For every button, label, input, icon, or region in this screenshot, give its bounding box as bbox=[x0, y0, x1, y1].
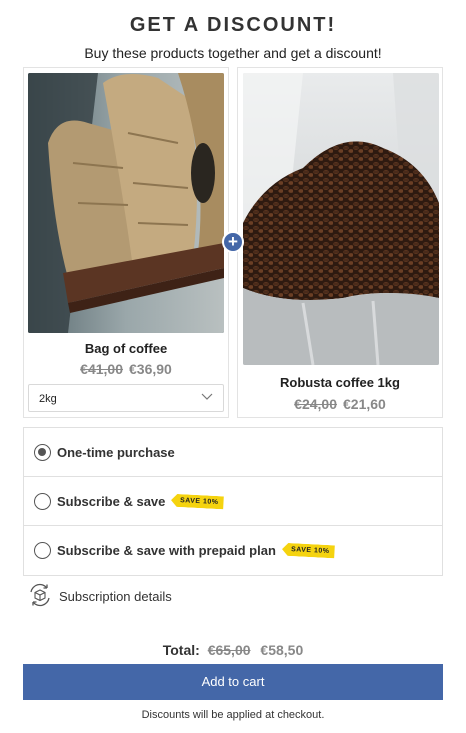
new-price: €36,90 bbox=[129, 361, 172, 377]
option-label: Subscribe & save with prepaid plan bbox=[57, 543, 276, 558]
new-price: €21,60 bbox=[343, 396, 386, 412]
product-prices: €24,00 €21,60 bbox=[238, 396, 442, 412]
total-new-price: €58,50 bbox=[260, 642, 304, 658]
product-name[interactable]: Robusta coffee 1kg bbox=[238, 375, 442, 390]
old-price: €41,00 bbox=[80, 361, 123, 377]
subscription-box-icon bbox=[28, 583, 52, 610]
product-image[interactable] bbox=[28, 73, 224, 333]
product-prices: €41,00 €36,90 bbox=[24, 361, 228, 377]
product-name[interactable]: Bag of coffee bbox=[24, 341, 228, 356]
checkout-note: Discounts will be applied at checkout. bbox=[141, 709, 325, 721]
page-subtitle: Buy these products together and get a di… bbox=[84, 45, 382, 61]
subscription-details-label: Subscription details bbox=[59, 589, 172, 604]
radio-button[interactable] bbox=[34, 493, 51, 510]
product-image[interactable] bbox=[243, 73, 439, 365]
option-one-time-purchase[interactable]: One-time purchase bbox=[24, 428, 442, 477]
option-label: Subscribe & save bbox=[57, 494, 166, 509]
option-subscribe-save-prepaid[interactable]: Subscribe & save with prepaid plan SAVE … bbox=[24, 526, 442, 575]
old-price: €24,00 bbox=[294, 396, 337, 412]
plus-icon: + bbox=[222, 231, 244, 253]
variant-select[interactable]: 2kg bbox=[28, 384, 224, 412]
product-card-bag-of-coffee: Bag of coffee €41,00 €36,90 2kg bbox=[23, 67, 229, 418]
total-old-price: €65,00 bbox=[207, 642, 251, 658]
chevron-down-icon bbox=[201, 391, 213, 404]
save-badge: SAVE 10% bbox=[171, 494, 224, 510]
total-label: Total: bbox=[162, 642, 200, 658]
radio-button[interactable] bbox=[34, 542, 51, 559]
save-badge: SAVE 10% bbox=[282, 543, 335, 559]
total-price: Total: €65,00 €58,50 bbox=[0, 642, 466, 658]
option-label: One-time purchase bbox=[57, 445, 175, 460]
radio-button-selected[interactable] bbox=[34, 444, 51, 461]
product-card-robusta-coffee: Robusta coffee 1kg €24,00 €21,60 bbox=[237, 67, 443, 418]
subscription-details-link[interactable]: Subscription details bbox=[28, 583, 172, 610]
purchase-options: One-time purchase Subscribe & save SAVE … bbox=[23, 427, 443, 576]
option-subscribe-save[interactable]: Subscribe & save SAVE 10% bbox=[24, 477, 442, 526]
page-title: GET A DISCOUNT! bbox=[129, 14, 337, 36]
variant-value: 2kg bbox=[39, 393, 57, 405]
add-to-cart-button[interactable]: Add to cart bbox=[23, 664, 443, 700]
